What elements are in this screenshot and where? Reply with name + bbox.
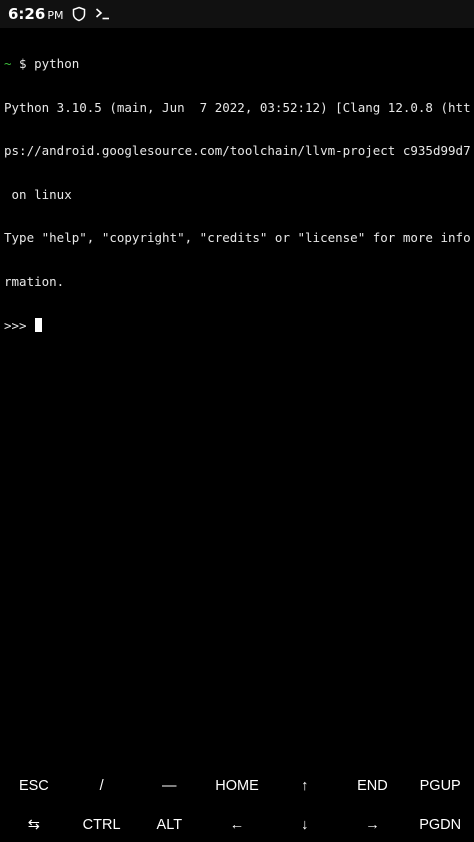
shield-icon: [71, 6, 87, 22]
key-right-arrow[interactable]: →: [339, 803, 407, 842]
extra-keys-bar: ESC / — HOME ↑ END PGUP ⇆ CTRL ALT ← ↓ →…: [0, 764, 474, 842]
key-tab[interactable]: ⇆: [0, 803, 68, 842]
key-slash[interactable]: /: [68, 764, 136, 803]
text-cursor: [35, 318, 43, 332]
key-pgup[interactable]: PGUP: [406, 764, 474, 803]
extra-keys-row-1: ESC / — HOME ↑ END PGUP: [0, 764, 474, 803]
output-line: Python 3.10.5 (main, Jun 7 2022, 03:52:1…: [4, 99, 470, 115]
key-esc[interactable]: ESC: [0, 764, 68, 803]
key-end[interactable]: END: [339, 764, 407, 803]
key-home[interactable]: HOME: [203, 764, 271, 803]
extra-keys-row-2: ⇆ CTRL ALT ← ↓ → PGDN: [0, 803, 474, 842]
output-line: Type "help", "copyright", "credits" or "…: [4, 230, 470, 245]
status-time: 6:26 PM: [8, 5, 64, 23]
terminal-output[interactable]: ~ $ python Python 3.10.5 (main, Jun 7 20…: [4, 28, 470, 347]
key-pgdn[interactable]: PGDN: [406, 803, 474, 842]
shell-prompt-line: ~ $ python: [4, 56, 470, 72]
output-line: rmation.: [4, 273, 65, 289]
terminal-icon: [95, 7, 111, 21]
key-left-arrow[interactable]: ←: [203, 803, 271, 842]
key-alt[interactable]: ALT: [135, 803, 203, 842]
prompt-tilde: ~: [4, 56, 12, 71]
output-line: on linux: [4, 186, 72, 202]
output-line: ps://android.googlesource.com/toolchain/…: [4, 143, 470, 158]
key-down-arrow[interactable]: ↓: [271, 803, 339, 842]
key-up-arrow[interactable]: ↑: [271, 764, 339, 803]
prompt-command: $ python: [11, 56, 80, 71]
repl-prompt-line[interactable]: >>>: [4, 318, 470, 333]
status-bar: 6:26 PM: [0, 0, 474, 28]
repl-prompt: >>>: [4, 318, 35, 333]
key-dash[interactable]: —: [135, 764, 203, 803]
key-ctrl[interactable]: CTRL: [68, 803, 136, 842]
